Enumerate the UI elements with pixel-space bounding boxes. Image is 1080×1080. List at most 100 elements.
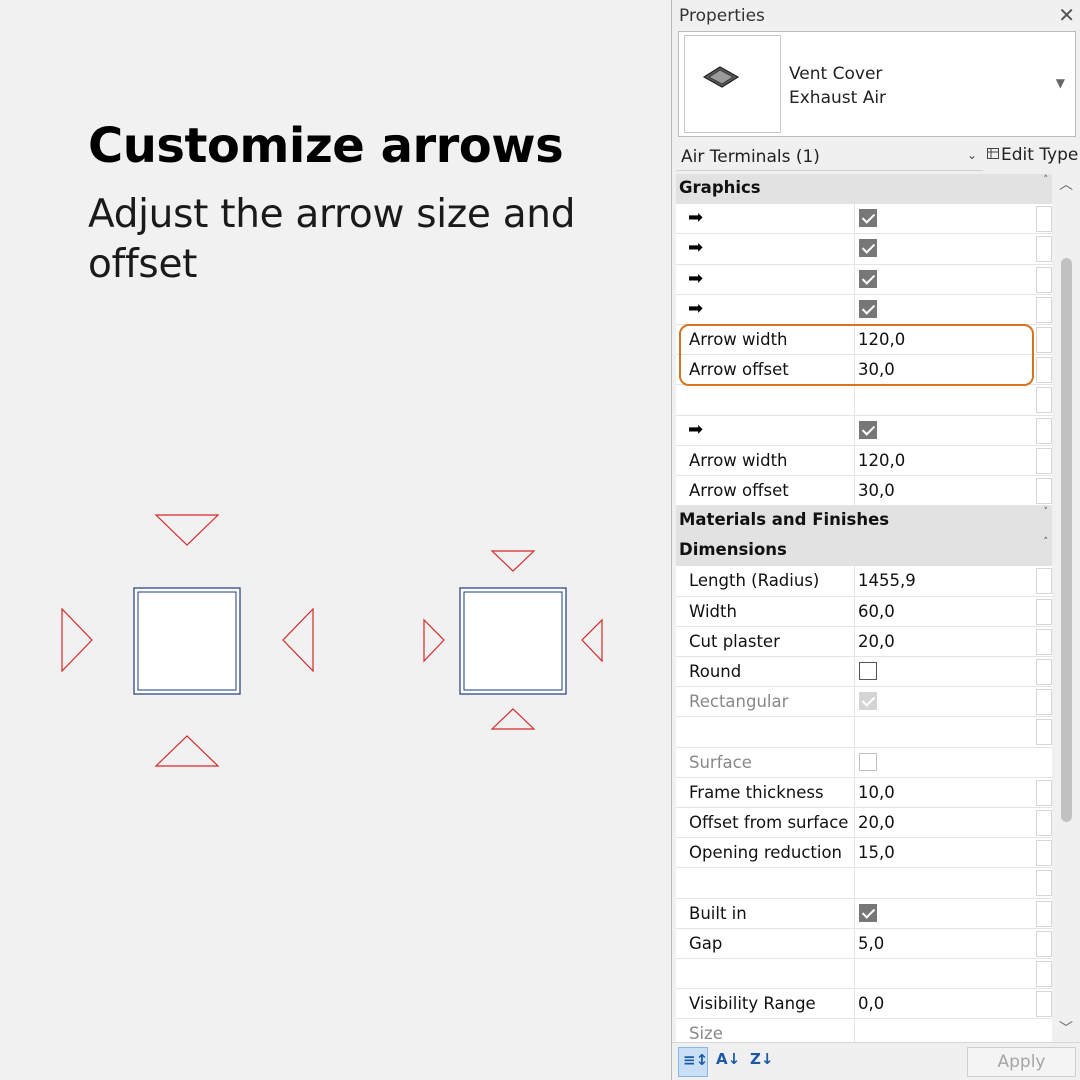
scrollbar-thumb[interactable] xyxy=(1061,258,1072,822)
property-row-arrow-offset: Arrow offset 30,0 xyxy=(676,475,1052,507)
row-edge xyxy=(1036,991,1052,1018)
property-label: Opening reduction xyxy=(689,843,843,863)
frame-thickness-input[interactable]: 10,0 xyxy=(858,783,895,802)
built-in-checkbox[interactable] xyxy=(859,903,877,922)
row-edge xyxy=(1036,387,1052,414)
section-label: Materials and Finishes xyxy=(679,510,890,530)
property-row-opening-reduction: Opening reduction 15,0 xyxy=(676,838,1052,869)
row-edge xyxy=(1036,236,1052,263)
type-thumbnail xyxy=(684,35,781,133)
gap-input[interactable]: 5,0 xyxy=(858,934,884,953)
arrow-width-input[interactable]: 120,0 xyxy=(858,451,905,470)
property-row-built-in: Built in xyxy=(676,898,1052,929)
edit-type-button[interactable]: Edit Type xyxy=(986,144,1080,170)
vent-cover-icon xyxy=(702,66,740,88)
row-edge xyxy=(1036,659,1052,685)
row-edge xyxy=(1036,447,1052,474)
section-dimensions[interactable]: Dimensions ˄ xyxy=(676,536,1052,567)
type-variant: Exhaust Air xyxy=(789,88,887,108)
collapse-icon[interactable]: ˄ xyxy=(1044,537,1049,547)
property-label: Width xyxy=(689,601,737,621)
length-input[interactable]: 1455,9 xyxy=(858,571,916,590)
property-row-frame-thickness: Frame thickness 10,0 xyxy=(676,777,1052,808)
row-edge xyxy=(1036,809,1052,836)
collapse-icon[interactable]: ˄ xyxy=(1044,175,1049,185)
vent-square-outer xyxy=(459,587,567,695)
arrow-offset-input[interactable]: 30,0 xyxy=(858,360,895,379)
arrow-offset-input[interactable]: 30,0 xyxy=(858,481,895,500)
property-row-width: Width 60,0 xyxy=(676,596,1052,627)
property-row-round: Round xyxy=(676,657,1052,688)
sort-az-icon: A↓ xyxy=(716,1050,741,1068)
property-row-empty xyxy=(676,958,1052,990)
checkbox[interactable] xyxy=(859,420,877,439)
visibility-range-input[interactable]: 0,0 xyxy=(858,994,884,1013)
close-icon[interactable]: ✕ xyxy=(1058,3,1075,27)
property-label: Arrow offset xyxy=(689,360,789,380)
checkbox[interactable] xyxy=(859,269,877,288)
property-row: ➡ xyxy=(676,204,1052,235)
example-large-arrows xyxy=(61,514,314,767)
cut-plaster-input[interactable]: 20,0 xyxy=(858,632,895,651)
property-row: ➡ xyxy=(676,264,1052,295)
checkbox[interactable] xyxy=(859,239,877,258)
sort-descending-button[interactable]: Z↓ xyxy=(746,1047,776,1077)
property-label: Round xyxy=(689,662,742,681)
chevron-up-icon[interactable]: ︿ xyxy=(1059,174,1073,194)
row-edge xyxy=(1036,477,1052,504)
chevron-down-icon: ⌄ xyxy=(966,148,977,162)
row-edge xyxy=(1036,206,1052,233)
arrow-top xyxy=(154,514,220,546)
property-row-length: Length (Radius) 1455,9 xyxy=(676,566,1052,597)
chevron-down-icon[interactable]: ▼ xyxy=(1056,76,1065,90)
arrow-right-icon: ➡ xyxy=(688,267,704,289)
category-filter-dropdown[interactable]: Air Terminals (1) ⌄ xyxy=(676,142,983,171)
chevron-down-icon[interactable]: ﹀ xyxy=(1059,1018,1073,1038)
property-row-empty xyxy=(676,385,1052,416)
surface-checkbox xyxy=(859,752,877,771)
property-label: Offset from surface xyxy=(689,812,849,832)
sort-categorized-button[interactable]: ≡↕ xyxy=(678,1047,708,1077)
arrow-left xyxy=(61,607,93,673)
checkbox[interactable] xyxy=(859,209,877,228)
properties-header: Properties ✕ xyxy=(672,0,1080,30)
checkbox[interactable] xyxy=(859,299,877,318)
row-edge xyxy=(1036,266,1052,293)
arrow-width-input[interactable]: 120,0 xyxy=(858,330,905,349)
property-row-empty xyxy=(676,868,1052,899)
section-graphics[interactable]: Graphics ˄ xyxy=(676,174,1052,205)
property-label: Size xyxy=(689,1024,723,1042)
type-family: Vent Cover xyxy=(789,64,883,84)
row-edge xyxy=(1036,417,1052,444)
expand-icon[interactable]: ˅ xyxy=(1044,507,1049,517)
row-edge xyxy=(1036,628,1052,655)
row-edge xyxy=(1036,689,1052,716)
arrow-bottom xyxy=(490,708,536,730)
filter-row: Air Terminals (1) ⌄ Edit Type xyxy=(672,140,1080,172)
offset-from-surface-input[interactable]: 20,0 xyxy=(858,813,895,832)
width-input[interactable]: 60,0 xyxy=(858,602,895,621)
sort-ascending-button[interactable]: A↓ xyxy=(712,1047,742,1077)
category-filter-label: Air Terminals (1) xyxy=(681,147,820,167)
row-edge xyxy=(1036,840,1052,867)
properties-grid: Graphics ˄ ➡ ➡ ➡ ➡ Arrow width 120,0 Arr… xyxy=(676,174,1052,1042)
property-row: ➡ xyxy=(676,415,1052,446)
opening-reduction-input[interactable]: 15,0 xyxy=(858,843,895,862)
sort-za-icon: Z↓ xyxy=(750,1050,774,1068)
row-edge xyxy=(1036,870,1052,897)
row-edge xyxy=(1036,598,1052,625)
property-label: Visibility Range xyxy=(689,994,816,1014)
property-label: Arrow offset xyxy=(689,480,789,500)
apply-button[interactable]: Apply xyxy=(967,1047,1076,1077)
section-materials[interactable]: Materials and Finishes ˅ xyxy=(676,506,1052,537)
row-edge xyxy=(1036,960,1052,987)
property-label: Frame thickness xyxy=(689,782,824,802)
property-row-size: Size xyxy=(676,1019,1052,1042)
row-edge xyxy=(1036,568,1052,595)
properties-scrollbar[interactable]: ︿ ﹀ xyxy=(1056,174,1078,1042)
round-checkbox[interactable] xyxy=(859,662,877,680)
property-row: ➡ xyxy=(676,294,1052,325)
property-row-arrow-width: Arrow width 120,0 xyxy=(676,445,1052,476)
properties-title: Properties xyxy=(679,6,765,26)
type-selector[interactable]: Vent Cover Exhaust Air ▼ xyxy=(678,31,1076,137)
